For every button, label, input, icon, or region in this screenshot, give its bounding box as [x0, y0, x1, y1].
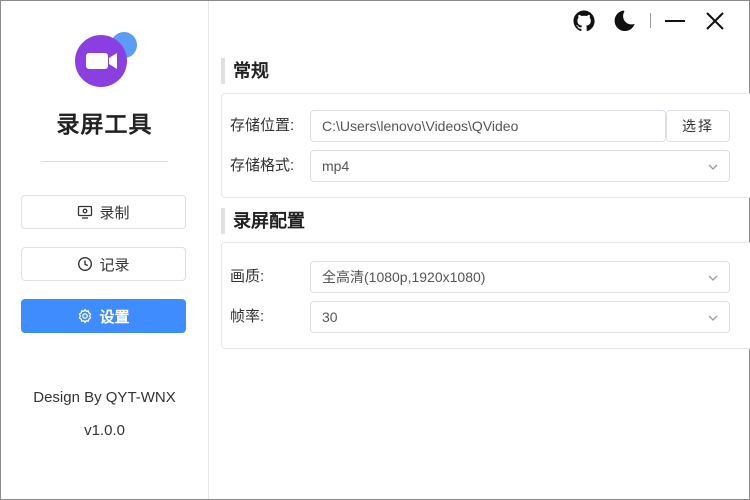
- sidebar: 录屏工具 录制 记录 设置 Design By QYT-WNX v1.0.0: [1, 1, 209, 499]
- recording-settings-card: 画质: 全高清(1080p,1920x1080) 帧率: 30: [221, 242, 750, 349]
- section-title-recording: 录屏配置: [221, 208, 305, 234]
- app-window: 录屏工具 录制 记录 设置 Design By QYT-WNX v1.0.0 常…: [0, 0, 750, 500]
- screen-record-icon: [78, 205, 93, 219]
- quality-select[interactable]: 全高清(1080p,1920x1080): [310, 261, 730, 293]
- storage-format-value: mp4: [322, 158, 350, 174]
- choose-folder-button[interactable]: 选择: [666, 110, 730, 142]
- storage-format-label: 存储格式:: [230, 157, 295, 174]
- clock-icon: [78, 256, 93, 272]
- nav-history-button[interactable]: 记录: [21, 247, 186, 281]
- titlebar-separator: [650, 13, 651, 28]
- github-icon[interactable]: [572, 9, 596, 33]
- app-logo-icon: [75, 32, 137, 87]
- sidebar-divider: [41, 161, 168, 162]
- general-settings-card: 存储位置: C:\Users\lenovo\Videos\QVideo 选择 存…: [221, 93, 750, 198]
- version-label: v1.0.0: [84, 422, 125, 439]
- storage-format-select[interactable]: mp4: [310, 150, 730, 182]
- nav-record-button[interactable]: 录制: [21, 195, 186, 229]
- storage-location-label: 存储位置:: [230, 117, 295, 134]
- chevron-down-icon: [708, 315, 718, 321]
- nav-record-label: 录制: [99, 204, 130, 222]
- nav-settings-label: 设置: [99, 308, 130, 326]
- minimize-icon[interactable]: [663, 9, 687, 33]
- framerate-value: 30: [322, 309, 338, 325]
- design-credit: Design By QYT-WNX: [33, 389, 176, 406]
- storage-location-input[interactable]: C:\Users\lenovo\Videos\QVideo: [310, 110, 666, 142]
- chevron-down-icon: [708, 164, 718, 170]
- quality-value: 全高清(1080p,1920x1080): [322, 269, 486, 285]
- app-title: 录屏工具: [56, 111, 153, 137]
- nav-history-label: 记录: [99, 256, 130, 274]
- chevron-down-icon: [708, 275, 718, 281]
- nav-settings-button[interactable]: 设置: [21, 299, 186, 333]
- moon-icon[interactable]: [613, 9, 637, 33]
- quality-label: 画质:: [230, 268, 265, 285]
- gear-icon: [79, 308, 92, 324]
- framerate-label: 帧率:: [230, 308, 265, 325]
- section-title-general: 常规: [221, 58, 269, 84]
- framerate-select[interactable]: 30: [310, 301, 730, 333]
- close-icon[interactable]: [703, 9, 727, 33]
